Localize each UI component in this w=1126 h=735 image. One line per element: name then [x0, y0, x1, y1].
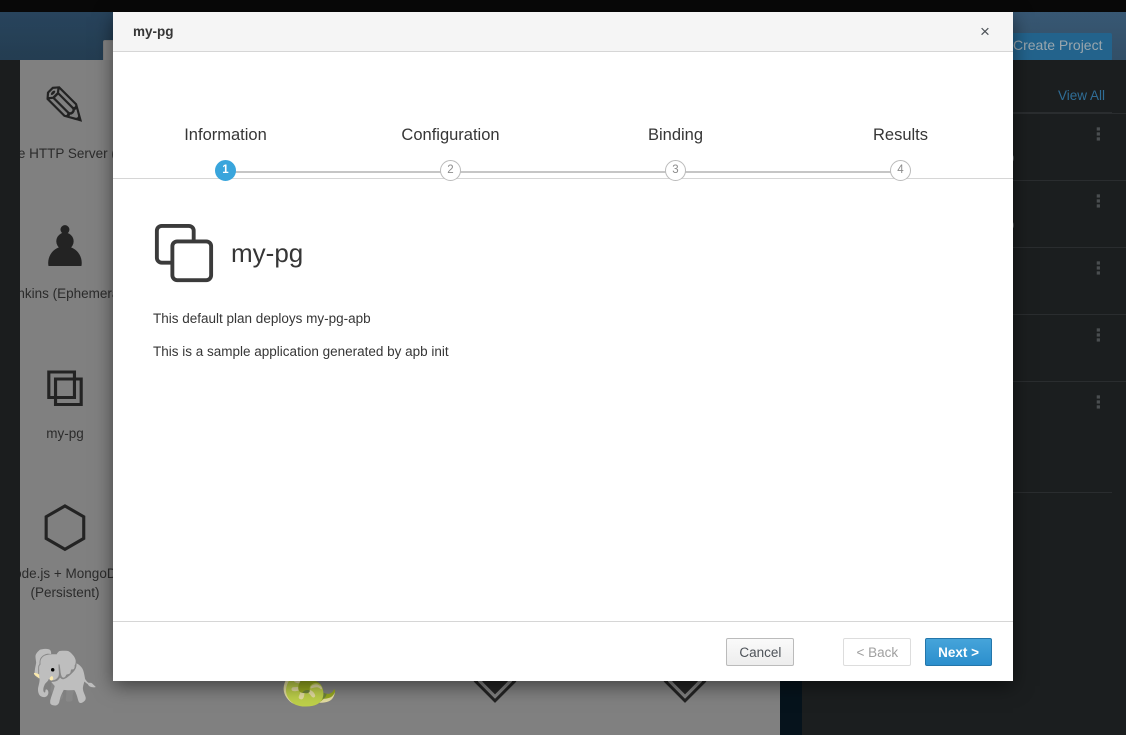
plan-header: my-pg [153, 217, 973, 289]
footer-button-group: Cancel < Back Next > [726, 638, 992, 666]
modal-header: my-pg × [113, 12, 1013, 52]
cancel-button[interactable]: Cancel [726, 638, 795, 666]
create-project-button[interactable]: Create Project [1003, 33, 1113, 61]
wizard-step-2[interactable]: 2 [338, 159, 563, 181]
plan-description-primary: This default plan deploys my-pg-apb [153, 311, 371, 326]
kebab-menu-icon[interactable]: ▪ ▪ ▪ [1096, 390, 1101, 413]
wizard-step-label-information[interactable]: Information [113, 126, 338, 145]
wizard-step-1[interactable]: 1 [113, 159, 338, 181]
kebab-menu-icon[interactable]: ▪ ▪ ▪ [1096, 189, 1101, 212]
plan-description-secondary: This is a sample application generated b… [153, 344, 449, 359]
wizard-step-number-4[interactable]: 4 [890, 159, 911, 181]
service-order-wizard-modal: my-pg × Information Configuration Bindin… [113, 12, 1013, 681]
view-all-link[interactable]: View All [1058, 88, 1105, 103]
modal-body: my-pg This default plan deploys my-pg-ap… [113, 179, 1013, 639]
back-button: < Back [843, 638, 912, 666]
close-icon[interactable]: × [973, 20, 997, 44]
wizard-steps: Information Configuration Binding Result… [113, 52, 1013, 181]
wizard-step-number-2[interactable]: 2 [440, 159, 461, 181]
kebab-menu-icon[interactable]: ▪ ▪ ▪ [1096, 256, 1101, 279]
modal-footer: Cancel < Back Next > [113, 621, 1013, 681]
wizard-step-number-3[interactable]: 3 [665, 159, 686, 181]
modal-title: my-pg [133, 24, 174, 39]
wizard-step-label-configuration[interactable]: Configuration [338, 126, 563, 145]
wizard-step-4[interactable]: 4 [788, 159, 1013, 181]
plan-name: my-pg [231, 237, 304, 268]
kebab-menu-icon[interactable]: ▪ ▪ ▪ [1096, 122, 1101, 145]
next-button[interactable]: Next > [925, 638, 992, 666]
wizard-step-label-results[interactable]: Results [788, 126, 1013, 145]
top-black-bar [0, 0, 1126, 12]
wizard-step-number-1[interactable]: 1 [215, 159, 236, 181]
copy-squares-icon [154, 223, 214, 283]
wizard-step-labels: Information Configuration Binding Result… [113, 126, 1013, 145]
wizard-step-label-binding[interactable]: Binding [563, 126, 788, 145]
kebab-menu-icon[interactable]: ▪ ▪ ▪ [1096, 323, 1101, 346]
wizard-step-3[interactable]: 3 [563, 159, 788, 181]
